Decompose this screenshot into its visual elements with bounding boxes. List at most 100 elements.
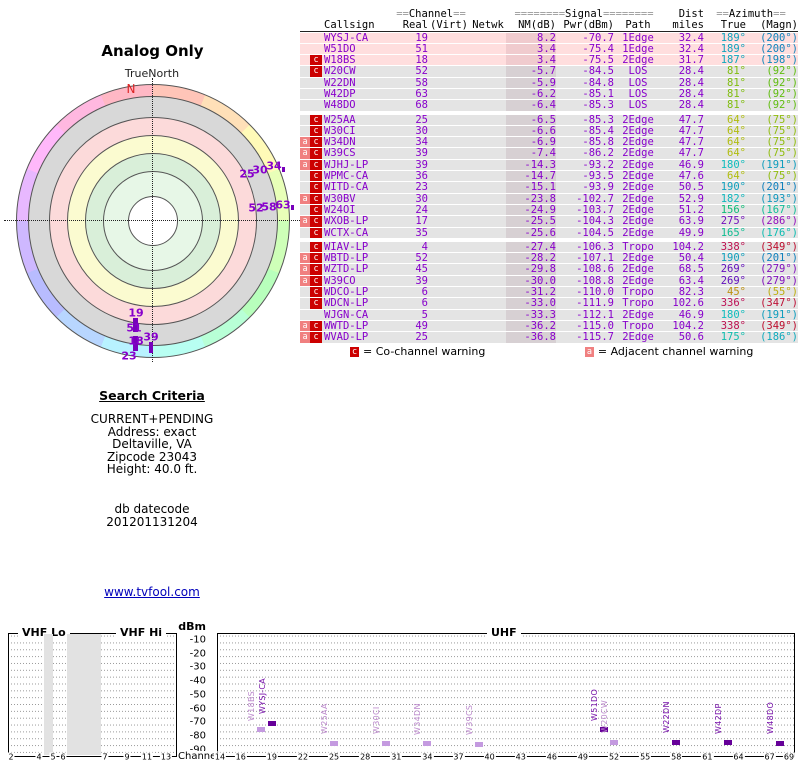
callsign-cell: W30CI (324, 124, 356, 137)
pwr-dbm-cell: -108.6 (576, 263, 614, 276)
nm-db-cell: -14.3 (506, 159, 556, 170)
signal-bar (610, 739, 619, 745)
miles-cell: 47.7 (678, 124, 704, 137)
virt-channel-cell (428, 44, 470, 54)
miles-cell: 102.6 (672, 297, 704, 310)
co-channel-warning-icon: c (310, 241, 322, 253)
callsign-cell: WITD-CA (324, 181, 369, 194)
virt-channel-cell (428, 310, 470, 320)
magnetic-azimuth-cell: (201°) (760, 252, 798, 265)
magnetic-azimuth-cell: (279°) (760, 274, 798, 287)
nm-db-cell: 3.4 (506, 55, 556, 65)
nm-db-cell: -6.6 (506, 125, 556, 136)
magnetic-azimuth-cell: (347°) (760, 297, 798, 310)
signal-bar-callsign-label: W18BS (247, 690, 257, 721)
miles-cell: 28.4 (678, 76, 704, 89)
warning-legend: c = Co-channel warning a = Adjacent channe… (300, 345, 800, 358)
pwr-dbm-cell: -111.9 (576, 297, 614, 310)
co-channel-warning-icon (310, 78, 322, 88)
station-table: ==Channel== ========Signal======== Dist … (300, 9, 798, 344)
nm-db-cell: -15.1 (506, 182, 556, 193)
network-cell (470, 205, 506, 215)
dbm-tick-label: -70 (189, 716, 206, 728)
real-channel-cell: 35 (415, 226, 428, 239)
magnetic-azimuth-cell: (75°) (766, 113, 798, 126)
radar-channel-label: 18 (128, 334, 144, 348)
callsign-cell: W34DN (324, 136, 356, 149)
true-azimuth-cell: 190° (720, 181, 746, 194)
miles-cell: 52.9 (678, 192, 704, 205)
tvfool-link[interactable]: www.tvfool.com (92, 585, 212, 599)
virt-channel-cell (428, 242, 470, 252)
callsign-cell: WYSJ-CA (324, 31, 369, 44)
channel-header-word: Channel (408, 8, 454, 20)
table-row: a c WZTD-LP 45 -29.8 -108.6 2Edge 68.5 269° (279°… (300, 263, 798, 276)
virt-channel-cell (428, 276, 470, 286)
path-cell: 2Edge (622, 308, 654, 321)
table-row: W22DN 58 -5.9 -84.8 LOS 28.4 81° (92°) (300, 76, 798, 89)
true-azimuth-cell: 269° (720, 263, 746, 276)
real-channel-cell: 23 (415, 181, 428, 194)
network-cell (470, 276, 506, 286)
pwr-dbm-cell: -86.2 (582, 147, 614, 160)
table-row: c WCTX-CA 35 -25.6 -104.5 2Edge 49.9 165° (176°) (300, 226, 798, 239)
miles-cell: 47.7 (678, 147, 704, 160)
path-cell: Tropo (622, 286, 654, 299)
dbm-tick-label: -20 (189, 648, 206, 660)
virt-channel-cell (428, 182, 470, 192)
virt-channel-cell (428, 137, 470, 147)
co-channel-warning-icon: c (310, 287, 322, 298)
radar-channel-label: 39 (143, 330, 159, 344)
magnetic-azimuth-cell: (186°) (760, 331, 798, 344)
co-channel-warning-icon: c (310, 298, 322, 309)
adjacent-channel-warning-icon (300, 66, 310, 76)
co-channel-warning-icon (310, 44, 322, 54)
table-row: W48DO 68 -6.4 -85.3 LOS 28.4 81° (92°) (300, 99, 798, 112)
magnetic-azimuth-cell: (167°) (760, 203, 798, 216)
magnetic-azimuth-cell: (92°) (766, 65, 798, 78)
adjacent-channel-warning-icon (300, 205, 310, 215)
miles-cell: 28.4 (678, 99, 704, 112)
pwr-dbm-cell: -102.7 (576, 192, 614, 205)
adjacent-channel-warning-icon (300, 126, 310, 136)
radar-vertical-axis (152, 78, 153, 362)
channel-tick-label: 52 (607, 752, 621, 762)
miles-cell: 50.5 (678, 181, 704, 194)
channel-tick-label: 67 (763, 752, 776, 762)
virt-channel-cell (428, 228, 470, 238)
callsign-cell: WJHJ-LP (324, 158, 369, 171)
network-cell (470, 321, 506, 331)
network-cell (470, 310, 506, 320)
channel-tick-label: 37 (452, 752, 465, 762)
adjacent-channel-warning-icon: a (584, 347, 594, 357)
table-row: a c W39CS 39 -7.4 -86.2 2Edge 47.7 64° (75°) (300, 147, 798, 160)
nm-db-cell: -25.6 (506, 227, 556, 238)
magnetic-azimuth-cell: (92°) (766, 99, 798, 112)
nm-db-cell: 8.2 (506, 32, 556, 43)
co-channel-warning-icon: c (310, 148, 322, 159)
path-cell: 1Edge (622, 42, 654, 55)
signal-bar-callsign-label: W30CI (371, 706, 381, 735)
magnetic-azimuth-cell: (92°) (766, 76, 798, 89)
path-cell: 2Edge (622, 274, 654, 287)
virt-channel-cell (428, 205, 470, 215)
channel-tick-label: 58 (670, 752, 683, 762)
table-row: WYSJ-CA 19 8.2 -70.7 1Edge 32.4 189° (200°) (300, 31, 798, 44)
dbm-tick-label: -40 (189, 675, 206, 687)
adjacent-channel-warning-icon: a (300, 275, 310, 287)
channel-tick-label: 14 (213, 752, 227, 762)
network-column-header: Netwk (472, 19, 504, 31)
nm-db-cell: -14.7 (506, 171, 556, 181)
adjacent-channel-warning-icon: a (300, 148, 310, 159)
pwr-dbm-cell: -104.5 (576, 226, 614, 239)
callsign-cell: W30BV (324, 192, 356, 205)
real-channel-cell: 68 (415, 99, 428, 112)
true-azimuth-cell: 180° (720, 158, 746, 171)
adjacent-channel-warning-label: = Adjacent channel warning (597, 345, 754, 358)
path-cell: Tropo (622, 297, 654, 310)
virt-channel-cell (428, 332, 470, 342)
pwr-dbm-cell: -85.1 (582, 87, 614, 100)
network-cell (470, 66, 506, 76)
virt-channel-cell (428, 115, 470, 125)
signal-bar-callsign-label: W42DP (714, 703, 724, 734)
